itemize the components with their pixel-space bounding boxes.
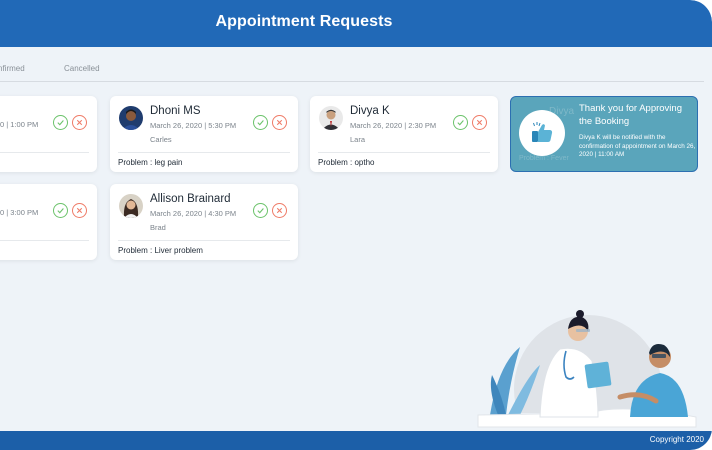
- card-divider: [118, 240, 290, 241]
- accept-button[interactable]: [253, 115, 268, 130]
- reject-button[interactable]: [72, 203, 87, 218]
- close-icon: [76, 119, 83, 126]
- reject-button[interactable]: [472, 115, 487, 130]
- close-icon: [276, 207, 283, 214]
- toast-ghost-problem: Problem : Fever: [519, 155, 569, 162]
- doctor-name: Lara: [350, 135, 366, 144]
- check-icon: [457, 120, 464, 126]
- patient-name: Dhoni MS: [150, 105, 201, 117]
- problem-text: Problem : Liver problem: [118, 246, 203, 255]
- appointment-date: March 26, 2020 | 4:30 PM: [150, 209, 237, 218]
- tab-confirmed[interactable]: nfirmed: [0, 64, 25, 73]
- card-divider: [0, 152, 89, 153]
- appointment-card: Allison Brainard March 26, 2020 | 4:30 P…: [110, 184, 298, 260]
- reject-button[interactable]: [272, 115, 287, 130]
- copyright-text: Copyright 2020: [649, 435, 704, 444]
- check-icon: [57, 120, 64, 126]
- check-icon: [57, 208, 64, 214]
- close-icon: [276, 119, 283, 126]
- toast-title: Thank you for Approving the Booking: [579, 103, 682, 127]
- avatar: [319, 106, 343, 130]
- accept-button[interactable]: [253, 203, 268, 218]
- app-frame: Appointment Requests nfirmed Cancelled 0…: [0, 0, 712, 450]
- close-icon: [476, 119, 483, 126]
- footer-bar: Copyright 2020: [0, 431, 712, 450]
- check-icon: [257, 208, 264, 214]
- appointment-card: 0 | 1:00 PM: [0, 96, 97, 172]
- card-divider: [118, 152, 290, 153]
- appointment-card: Divya K March 26, 2020 | 2:30 PM Lara Pr…: [310, 96, 498, 172]
- accept-button[interactable]: [53, 115, 68, 130]
- close-icon: [76, 207, 83, 214]
- patient-name: Allison Brainard: [150, 193, 231, 205]
- problem-text: Problem : optho: [318, 158, 375, 167]
- thumbs-up-badge: [519, 110, 565, 156]
- avatar: [119, 106, 143, 130]
- check-icon: [257, 120, 264, 126]
- accept-button[interactable]: [453, 115, 468, 130]
- doctor-name: Carles: [150, 135, 172, 144]
- thumbs-up-icon: [532, 122, 553, 142]
- appointment-date: 0 | 1:00 PM: [0, 120, 39, 129]
- appointment-date: March 26, 2020 | 2:30 PM: [350, 121, 437, 130]
- doctor-patient-illustration: [470, 310, 706, 431]
- appointment-date: 0 | 3:00 PM: [0, 208, 39, 217]
- accept-button[interactable]: [53, 203, 68, 218]
- toast-message: Divya K will be notified with the confir…: [579, 134, 696, 158]
- status-tabs: nfirmed Cancelled: [0, 58, 704, 82]
- appointment-card: 0 | 3:00 PM: [0, 184, 97, 260]
- appointment-date: March 26, 2020 | 5:30 PM: [150, 121, 237, 130]
- approval-toast: Divya Problem : Fever Thank you for Appr…: [510, 96, 698, 172]
- card-divider: [0, 240, 89, 241]
- reject-button[interactable]: [72, 115, 87, 130]
- reject-button[interactable]: [272, 203, 287, 218]
- tab-cancelled[interactable]: Cancelled: [64, 64, 100, 73]
- header-bar: Appointment Requests: [0, 0, 712, 47]
- problem-text: Problem : leg pain: [118, 158, 183, 167]
- patient-name: Divya K: [350, 105, 390, 117]
- appointment-card: Dhoni MS March 26, 2020 | 5:30 PM Carles…: [110, 96, 298, 172]
- page-title: Appointment Requests: [215, 13, 393, 30]
- doctor-name: Brad: [150, 223, 166, 232]
- avatar: [119, 194, 143, 218]
- card-divider: [318, 152, 490, 153]
